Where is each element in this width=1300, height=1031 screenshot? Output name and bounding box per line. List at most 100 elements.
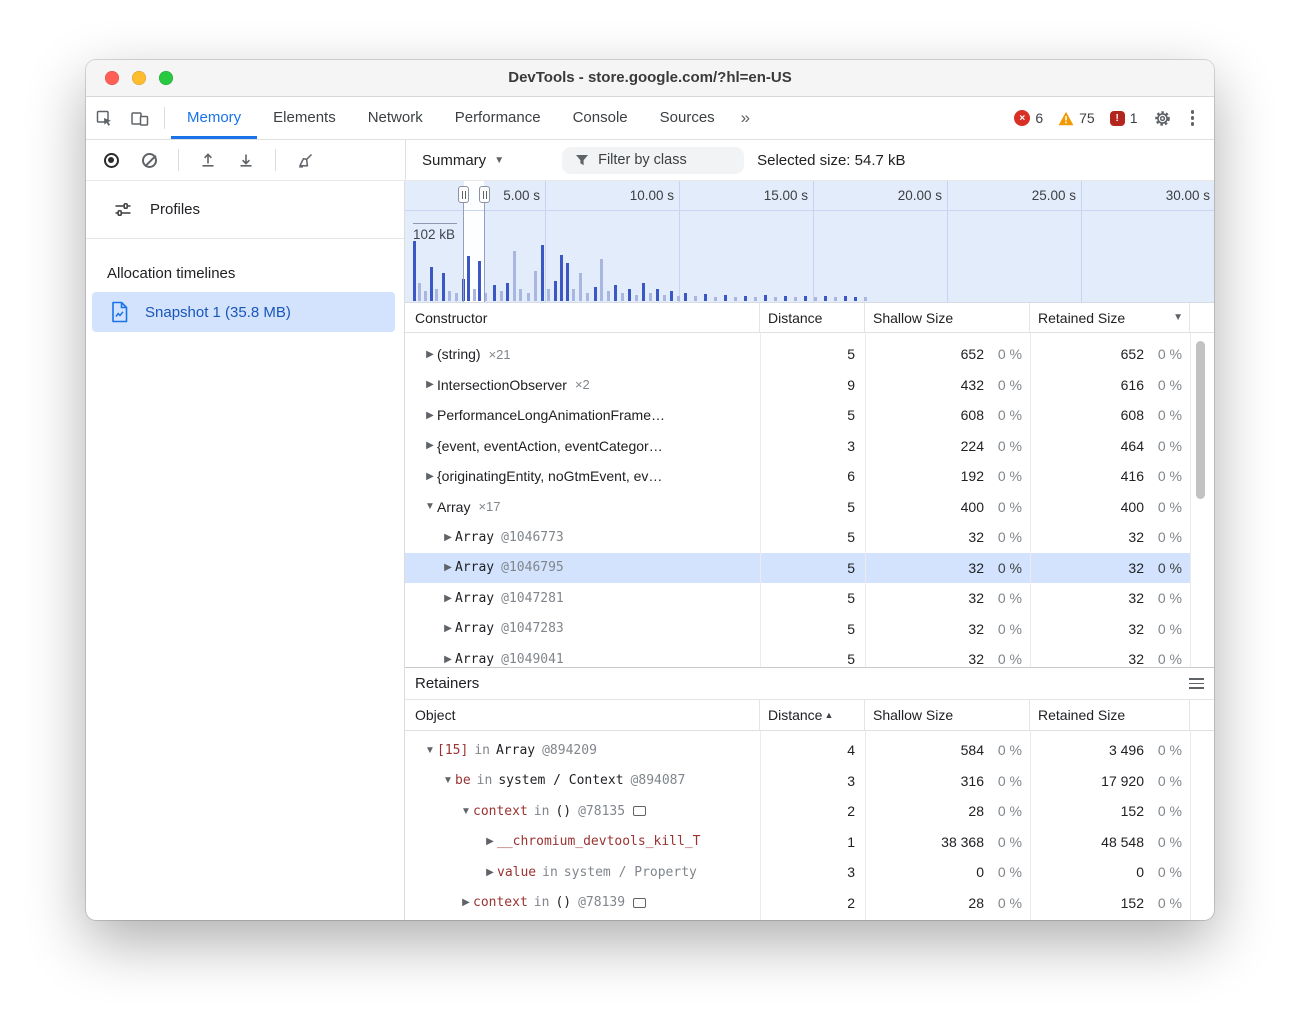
retained-size-percent: 0 %	[1144, 529, 1190, 545]
tab-elements[interactable]: Elements	[257, 97, 352, 139]
allocation-bar	[566, 263, 569, 301]
selection-handle-left[interactable]	[458, 186, 469, 203]
filter-by-class-input[interactable]: Filter by class	[562, 147, 744, 174]
distance-value: 5	[760, 522, 865, 553]
constructor-row[interactable]: ▶Array@1046773 5 320 % 320 %	[405, 522, 1190, 553]
issue-count: 1	[1130, 110, 1138, 126]
clear-profiles-button[interactable]	[134, 145, 164, 175]
disclosure-triangle-icon[interactable]: ▶	[423, 410, 437, 421]
disclosure-triangle-icon[interactable]: ▶	[441, 654, 455, 665]
retainer-row[interactable]: ▼contextin()@78135 2 280 % 1520 %	[405, 796, 1190, 827]
record-heap-button[interactable]	[96, 145, 126, 175]
allocation-timeline-overview[interactable]: 5.00 s 10.00 s 15.00 s 20.00 s 25.00 s 3…	[405, 181, 1214, 303]
object-name: Array	[455, 652, 494, 667]
retainer-row[interactable]: ▼beinsystem / Context@894087 3 3160 % 17…	[405, 766, 1190, 797]
minimize-window-button[interactable]	[132, 71, 146, 85]
disclosure-triangle-icon[interactable]: ▼	[459, 806, 473, 817]
hamburger-menu-icon[interactable]	[1189, 678, 1204, 689]
instance-count: ×2	[575, 377, 590, 392]
tune-icon	[114, 201, 132, 218]
allocation-bar	[844, 296, 847, 301]
retained-size-value: 32	[1030, 651, 1144, 667]
issues-badge[interactable]: ! 1	[1110, 110, 1138, 126]
retainer-row[interactable]: ▶contextin()@78139 2 280 % 1520 %	[405, 888, 1190, 919]
constructor-row[interactable]: ▶{event, eventAction, eventCategor… 3 22…	[405, 431, 1190, 462]
disclosure-triangle-icon[interactable]: ▶	[441, 623, 455, 634]
shallow-size-value: 28	[865, 895, 984, 911]
tab-sources[interactable]: Sources	[644, 97, 731, 139]
retainer-row[interactable]: ▶__chromium_devtools_kill_T 1 38 3680 % …	[405, 827, 1190, 858]
constructor-row[interactable]: ▶(string)×21 5 6520 % 6520 %	[405, 339, 1190, 370]
warning-badge[interactable]: 75	[1058, 110, 1095, 126]
profiles-label: Profiles	[150, 201, 200, 218]
constructor-row[interactable]: ▶IntersectionObserver×2 9 4320 % 6160 %	[405, 370, 1190, 401]
close-window-button[interactable]	[105, 71, 119, 85]
constructor-row[interactable]: ▶Array@1047281 5 320 % 320 %	[405, 583, 1190, 614]
disclosure-triangle-icon[interactable]: ▶	[423, 440, 437, 451]
allocation-bar	[424, 291, 427, 301]
retainer-row[interactable]: ▶valueinsystem / Property 3 00 % 00 %	[405, 857, 1190, 888]
constructor-row-selected[interactable]: ▶Array@1046795 5 320 % 320 %	[405, 553, 1190, 584]
disclosure-triangle-icon[interactable]: ▶	[459, 897, 473, 908]
clear-all-brush-icon[interactable]	[290, 145, 320, 175]
tab-performance[interactable]: Performance	[439, 97, 557, 139]
source-location-icon[interactable]	[633, 806, 646, 816]
sidebar-item-snapshot-1[interactable]: Snapshot 1 (35.8 MB)	[92, 292, 395, 332]
retained-size-value: 48 548	[1030, 834, 1144, 850]
constructor-row[interactable]: ▶Array@1047283 5 320 % 320 %	[405, 614, 1190, 645]
inspect-element-icon[interactable]	[86, 97, 122, 139]
save-profile-icon[interactable]	[231, 145, 261, 175]
vertical-scrollbar-thumb[interactable]	[1196, 341, 1205, 499]
device-toolbar-icon[interactable]	[122, 97, 158, 139]
disclosure-triangle-icon[interactable]: ▶	[483, 836, 497, 847]
column-header-distance[interactable]: Distance ▲	[760, 700, 865, 730]
disclosure-triangle-icon[interactable]: ▼	[423, 745, 437, 756]
more-tabs-button[interactable]: »	[731, 97, 760, 139]
constructor-row[interactable]: ▶PerformanceLongAnimationFrame… 5 6080 %…	[405, 400, 1190, 431]
load-profile-icon[interactable]	[193, 145, 223, 175]
shallow-size-value: 608	[865, 407, 984, 423]
disclosure-triangle-icon[interactable]: ▶	[483, 867, 497, 878]
header-gutter	[1190, 303, 1214, 332]
allocation-bar	[635, 295, 638, 301]
error-badge[interactable]: × 6	[1014, 110, 1043, 126]
disclosure-triangle-icon[interactable]: ▶	[441, 562, 455, 573]
column-header-shallow-size[interactable]: Shallow Size	[865, 700, 1030, 730]
column-header-shallow-size[interactable]: Shallow Size	[865, 303, 1030, 332]
disclosure-triangle-icon[interactable]: ▼	[441, 775, 455, 786]
column-header-constructor[interactable]: Constructor	[405, 303, 760, 332]
selection-handle-right[interactable]	[479, 186, 490, 203]
column-header-retained-size[interactable]: Retained Size	[1030, 700, 1190, 730]
shallow-size-value: 32	[865, 560, 984, 576]
constructor-row[interactable]: ▶Array@1049041 5 320 % 320 %	[405, 644, 1190, 667]
constructor-row[interactable]: ▶{originatingEntity, noGtmEvent, ev… 6 1…	[405, 461, 1190, 492]
shallow-size-value: 0	[865, 864, 984, 880]
column-header-distance[interactable]: Distance	[760, 303, 865, 332]
source-location-icon[interactable]	[633, 898, 646, 908]
allocation-bar	[572, 289, 575, 301]
constructor-grid: Constructor Distance Shallow Size Retain…	[405, 303, 1214, 667]
zoom-window-button[interactable]	[159, 71, 173, 85]
allocation-bar	[554, 281, 557, 301]
retainer-row[interactable]: ▼[15]inArray@894209 4 5840 % 3 4960 %	[405, 735, 1190, 766]
tab-console[interactable]: Console	[557, 97, 644, 139]
disclosure-triangle-icon[interactable]: ▶	[423, 471, 437, 482]
disclosure-triangle-icon[interactable]: ▶	[423, 349, 437, 360]
settings-gear-icon[interactable]	[1153, 109, 1172, 128]
disclosure-triangle-icon[interactable]: ▼	[423, 501, 437, 512]
allocation-bar	[478, 261, 481, 301]
disclosure-triangle-icon[interactable]: ▶	[441, 593, 455, 604]
summary-dropdown[interactable]: Summary ▼	[422, 152, 504, 169]
allocation-bar	[594, 287, 597, 301]
allocation-bar	[834, 297, 837, 301]
retained-size-value: 32	[1030, 560, 1144, 576]
kebab-menu-icon[interactable]	[1187, 106, 1199, 130]
allocation-bar	[600, 259, 603, 301]
tab-memory[interactable]: Memory	[171, 97, 257, 139]
disclosure-triangle-icon[interactable]: ▶	[441, 532, 455, 543]
constructor-row[interactable]: ▼Array×17 5 4000 % 4000 %	[405, 492, 1190, 523]
column-header-retained-size[interactable]: Retained Size ▼	[1030, 303, 1190, 332]
disclosure-triangle-icon[interactable]: ▶	[423, 379, 437, 390]
column-header-object[interactable]: Object	[405, 700, 760, 730]
tab-network[interactable]: Network	[352, 97, 439, 139]
